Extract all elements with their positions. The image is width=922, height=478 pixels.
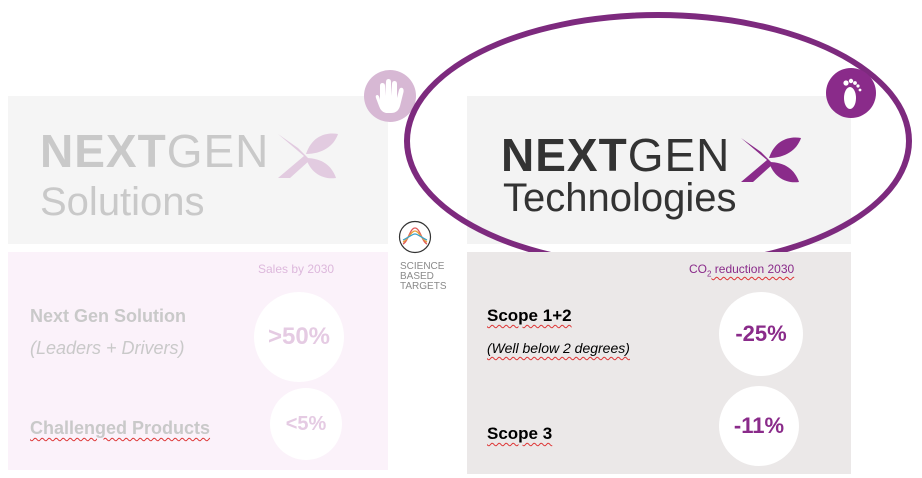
left-row1-subtitle: (Leaders + Drivers) — [30, 338, 185, 358]
right-row1-title-text: Scope 1+2 — [487, 306, 572, 325]
left-logo-text: NEXTGEN — [40, 124, 269, 178]
science-based-targets-icon — [398, 220, 432, 254]
right-caption: CO2 reduction 2030 — [689, 262, 794, 278]
footprint-icon — [826, 68, 876, 118]
left-row1-value-circle: >50% — [254, 292, 344, 382]
leaf-x-icon — [276, 130, 340, 187]
right-metrics-panel: CO2 reduction 2030 Scope 1+2 (Well below… — [467, 252, 851, 474]
right-row1-subtitle-text: (Well below 2 degrees) — [487, 340, 630, 356]
left-row2-value-circle: <5% — [270, 388, 342, 460]
left-logo-subtitle: Solutions — [40, 180, 205, 224]
sbt-label: SCIENCE BASED TARGETS — [400, 262, 446, 292]
left-row1-value: >50% — [267, 323, 331, 350]
right-row2-title: Scope 3 — [487, 424, 552, 444]
left-metrics-panel: Sales by 2030 Next Gen Solution (Leaders… — [8, 252, 388, 470]
left-logo-light: GEN — [166, 125, 270, 177]
left-row1-title: Next Gen Solution — [30, 306, 187, 326]
right-row1-value-circle: -25% — [719, 292, 803, 376]
right-row1-subtitle: (Well below 2 degrees) — [487, 340, 630, 356]
left-row2-title-text: Challenged Products — [30, 418, 211, 438]
caption-co: CO — [689, 262, 707, 276]
right-row2-value-circle: -11% — [719, 386, 799, 466]
left-logo-panel: NEXTGEN Solutions — [8, 96, 388, 244]
right-row2-value: -11% — [733, 413, 785, 438]
sbt-line3: TARGETS — [400, 281, 447, 292]
left-caption: Sales by 2030 — [258, 262, 335, 276]
left-logo-bold: NEXT — [40, 125, 167, 177]
right-row2-title-text: Scope 3 — [487, 424, 553, 443]
caption-suffix: reduction 2030 — [711, 262, 795, 276]
left-row2-title: Challenged Products — [30, 418, 210, 439]
right-row1-title: Scope 1+2 — [487, 306, 572, 326]
left-row2-value: <5% — [285, 412, 327, 435]
right-row1-value: -25% — [735, 321, 787, 346]
highlight-ellipse — [404, 12, 912, 270]
